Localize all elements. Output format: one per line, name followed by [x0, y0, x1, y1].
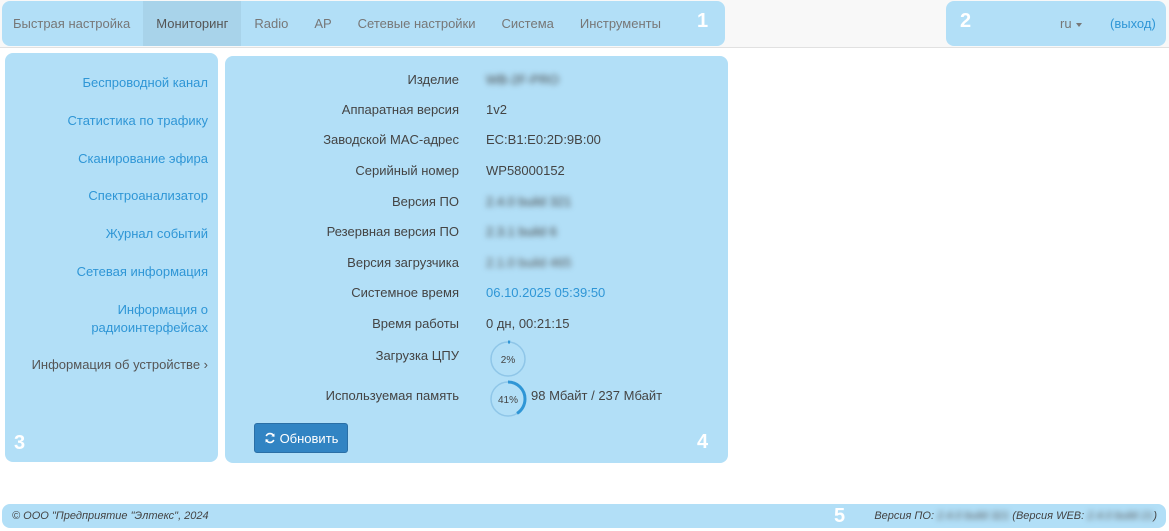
row-label: Системное время	[351, 285, 459, 300]
sidebar-item-traffic-stats[interactable]: Статистика по трафику	[5, 112, 218, 130]
logout-link[interactable]: (выход)	[1110, 16, 1156, 31]
row-label: Версия загрузчика	[347, 255, 459, 270]
marker-4: 4	[697, 431, 709, 453]
row-value: 1v2	[486, 102, 507, 117]
info-row: Версия загрузчика 2.1.0 build 465	[225, 255, 728, 275]
row-value: 2.1.0 build 465	[486, 255, 572, 270]
main-nav: Быстрая настройка Мониторинг Radio AP Се…	[0, 1, 674, 46]
memory-value: 98 Мбайт / 237 Мбайт	[531, 388, 663, 403]
sidebar-item-radio-interfaces[interactable]: Информация о радиоинтерфейсах	[78, 301, 218, 337]
row-value: WP58000152	[486, 163, 565, 178]
footer-web-suffix: )	[1153, 510, 1157, 522]
footer-version-prefix: Версия ПО:	[874, 510, 938, 522]
row-value: WB-2F-PRO	[486, 72, 559, 87]
marker-5: 5	[834, 505, 846, 527]
row-label: Версия ПО	[392, 194, 459, 209]
nav-quick-setup[interactable]: Быстрая настройка	[0, 1, 143, 46]
info-row: Резервная версия ПО 2.3.1 build 6	[225, 224, 728, 244]
row-value: EC:B1:E0:2D:9B:00	[486, 132, 601, 147]
refresh-button[interactable]: Обновить	[254, 423, 348, 453]
cpu-gauge: 2%	[489, 340, 527, 378]
memory-gauge-text: 41%	[498, 395, 518, 406]
row-label: Аппаратная версия	[341, 102, 459, 117]
sidebar-item-network-info[interactable]: Сетевая информация	[5, 263, 218, 281]
row-label: Изделие	[407, 72, 459, 87]
row-label: Время работы	[372, 316, 459, 331]
footer-web-prefix: (Версия WEB:	[1009, 510, 1088, 522]
memory-gauge: 41%	[489, 380, 527, 418]
marker-1: 1	[697, 10, 709, 32]
marker-3: 3	[14, 432, 26, 454]
row-label: Резервная версия ПО	[326, 224, 459, 239]
row-label: Используемая память	[325, 388, 459, 403]
nav-tools[interactable]: Инструменты	[567, 1, 674, 46]
row-value: 2.4.0 build 321	[486, 194, 572, 209]
sidebar-item-event-log[interactable]: Журнал событий	[5, 225, 218, 243]
nav-system[interactable]: Система	[489, 1, 567, 46]
cpu-gauge-text: 2%	[501, 355, 516, 366]
chevron-down-icon	[1075, 22, 1082, 27]
marker-2: 2	[960, 10, 972, 32]
info-row: Версия ПО 2.4.0 build 321	[225, 194, 728, 214]
info-row: Заводской MAC-адрес EC:B1:E0:2D:9B:00	[225, 132, 728, 152]
sidebar-item-spectrum-analyzer[interactable]: Спектроанализатор	[5, 187, 218, 205]
info-row: Системное время 06.10.2025 05:39:50	[225, 285, 728, 305]
row-value: 0 дн, 00:21:15	[486, 316, 570, 331]
info-row: Загрузка ЦПУ	[225, 348, 728, 368]
system-time-link[interactable]: 06.10.2025 05:39:50	[486, 285, 605, 300]
nav-radio[interactable]: Radio	[241, 1, 301, 46]
info-row: Аппаратная версия 1v2	[225, 102, 728, 122]
nav-network-settings[interactable]: Сетевые настройки	[345, 1, 489, 46]
nav-monitoring[interactable]: Мониторинг	[143, 1, 242, 46]
language-label: ru	[1060, 16, 1072, 31]
sidebar-item-air-scan[interactable]: Сканирование эфира	[5, 150, 218, 168]
info-row: Серийный номер WP58000152	[225, 163, 728, 183]
language-dropdown[interactable]: ru	[1060, 16, 1082, 31]
row-label: Загрузка ЦПУ	[375, 348, 459, 363]
nav-ap[interactable]: AP	[301, 1, 344, 46]
sidebar-item-device-info[interactable]: Информация об устройстве ›	[5, 356, 218, 374]
info-row: Изделие WB-2F-PRO	[225, 72, 728, 92]
info-row: Время работы 0 дн, 00:21:15	[225, 316, 728, 336]
row-value: 2.3.1 build 6	[486, 224, 557, 239]
footer-web-value: 2.4.0 build 21	[1087, 510, 1154, 522]
sidebar-item-wireless-channel[interactable]: Беспроводной канал	[5, 74, 218, 92]
refresh-icon	[264, 432, 275, 444]
footer-version: Версия ПО: 2.4.0 build 321 (Версия WEB: …	[874, 510, 1157, 522]
row-label: Серийный номер	[355, 163, 459, 178]
row-label: Заводской MAC-адрес	[323, 132, 459, 147]
info-row: Используемая память 98 Мбайт / 237 Мбайт	[225, 388, 728, 408]
footer-copyright: © ООО "Предприятие "Элтекс", 2024	[12, 510, 209, 522]
footer-version-value: 2.4.0 build 321	[937, 510, 1010, 522]
refresh-button-label: Обновить	[279, 430, 339, 446]
